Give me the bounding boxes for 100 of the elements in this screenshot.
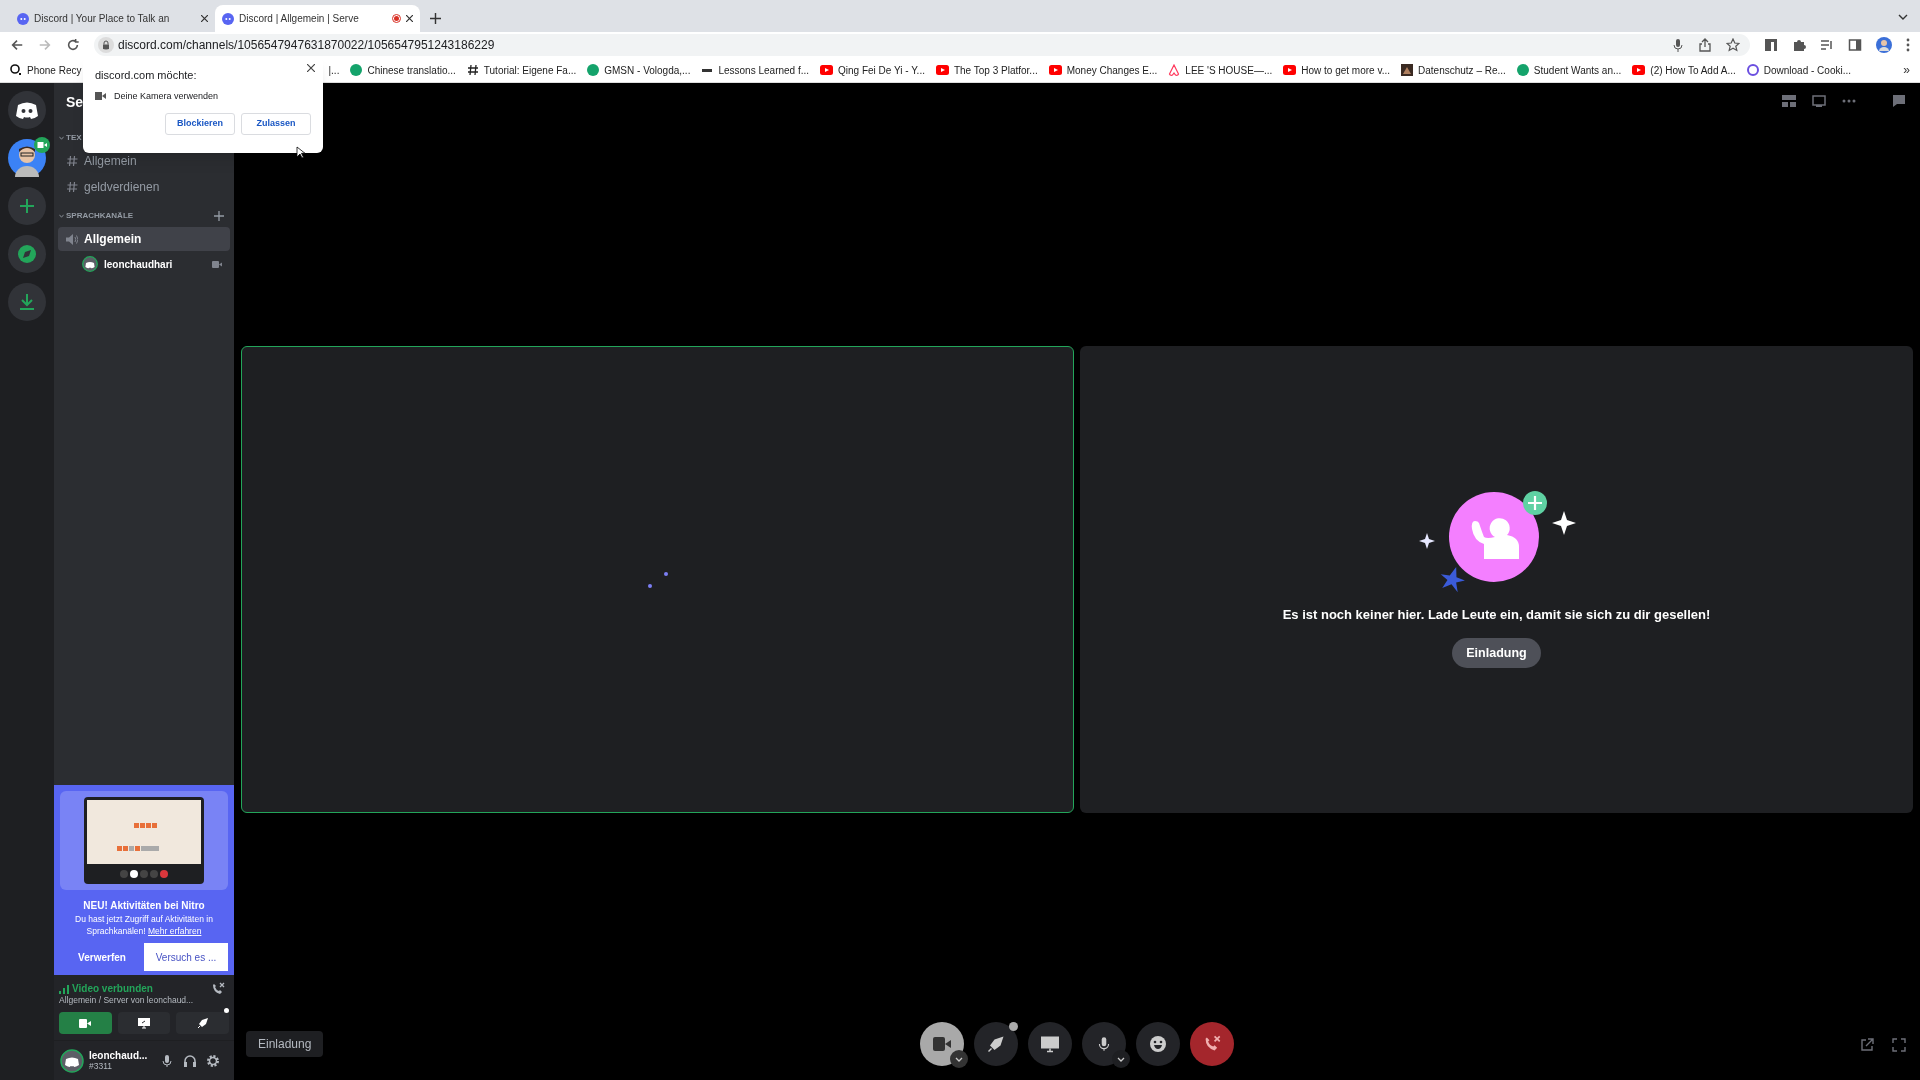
extension-icon[interactable] [1764,38,1778,52]
browser-tab[interactable]: Discord | Your Place to Talk an [10,5,215,32]
microphone-icon[interactable] [160,1053,174,1068]
add-channel-icon[interactable] [214,211,224,221]
disconnect-icon[interactable] [211,981,225,996]
member-name[interactable]: leonchaudhari [104,256,206,272]
bookmark[interactable]: Lessons Learned f... [701,62,810,78]
bookmark-favicon-icon [1283,65,1297,75]
nitro-title: NEU! Aktivitäten bei Nitro [83,899,205,914]
bookmark[interactable]: (2) How To Add A... [1632,62,1736,78]
compass-icon[interactable] [8,235,46,273]
bookmark[interactable]: Phone Recy [10,62,82,78]
side-panel-icon[interactable] [1848,38,1862,52]
signal-icon [59,983,69,994]
channel-location: Allgemein / Server von leonchaud... [59,994,195,1007]
screen-share-button[interactable] [1028,1022,1072,1066]
bookmark-favicon-icon [587,64,600,76]
activity-button[interactable] [974,1022,1018,1066]
camera-button[interactable] [59,1012,112,1034]
chevron-icon[interactable] [1112,1050,1130,1068]
invite-button[interactable]: Einladung [246,1031,324,1057]
user-tag: #3311 [89,1060,155,1072]
screen-share-button[interactable] [117,1012,171,1034]
user-avatar-icon[interactable] [60,1048,84,1073]
channel-item[interactable]: Allgemein [58,227,230,251]
member-avatar-icon[interactable] [82,256,98,272]
bookmark[interactable]: GMSN - Vologda,... [587,62,691,78]
try-button[interactable]: Versuch es ... [144,943,228,972]
more-bookmarks-button[interactable]: » [1903,61,1910,79]
headphones-icon[interactable] [183,1053,197,1068]
bookmark-favicon-icon [1401,64,1413,76]
hang-up-button[interactable] [1190,1022,1234,1066]
server-name[interactable]: Se [66,91,84,113]
screen-share-icon [1041,1035,1059,1053]
camera-button[interactable] [920,1022,964,1066]
bookmark[interactable]: Student Wants an... [1516,62,1622,78]
microphone-button[interactable] [1082,1022,1126,1066]
screen-share-icon [138,1017,150,1029]
lock-icon[interactable] [98,37,114,53]
add-server-icon[interactable] [8,187,46,225]
new-tab-icon[interactable] [430,13,441,24]
star-icon[interactable] [1726,38,1740,52]
back-icon[interactable] [10,38,24,52]
discord-favicon-icon [17,12,29,25]
rocket-icon [196,1017,209,1029]
playlist-icon[interactable] [1820,38,1834,52]
browser-tab[interactable]: Discord | Allgemein | Serve [215,5,420,32]
video-icon [212,260,222,268]
channel-item[interactable]: geldverdienen [58,175,230,199]
bookmark-favicon-icon [1746,64,1759,76]
download-icon[interactable] [8,283,46,321]
fullscreen-icon[interactable] [1892,1038,1906,1052]
puzzle-icon[interactable] [1792,38,1806,52]
chat-icon[interactable] [1892,94,1906,108]
bookmark-favicon-icon [1632,65,1646,75]
allow-button[interactable]: Zulassen [241,113,311,135]
microphone-icon[interactable] [1672,38,1684,52]
connection-status: Video verbunden [72,982,153,996]
grid-layout-icon[interactable] [1782,95,1796,107]
bookmark[interactable]: Download - Cooki... [1746,62,1851,78]
learn-more-link[interactable]: Mehr erfahren [148,926,202,937]
block-button[interactable]: Blockieren [165,113,235,135]
bookmark[interactable]: Chinese translatio... [350,62,456,78]
invite-button[interactable]: Einladung [1452,638,1541,669]
rocket-icon [987,1035,1005,1053]
microphone-icon [1096,1035,1112,1053]
close-icon[interactable] [201,15,208,22]
category-header[interactable]: SPRACHKANÄLE [66,210,212,222]
nitro-description: Du hast jetzt Zugriff auf Aktivitäten in Sprachkanälen! Mehr erfahren [74,913,214,938]
discord-home-icon[interactable] [8,91,46,129]
hang-up-icon [1203,1035,1221,1053]
bookmark[interactable]: LEE 'S HOUSE—... [1168,62,1273,78]
bookmark-favicon-icon [935,65,949,75]
dismiss-button[interactable]: Verwerfen [60,943,144,972]
chevron-icon[interactable] [1898,14,1908,20]
bookmark[interactable]: The Top 3 Platfor... [935,62,1038,78]
share-icon[interactable] [1698,38,1712,52]
menu-icon[interactable] [1906,38,1910,52]
bookmark[interactable]: |... [328,62,340,78]
url-text: discord.com/channels/1056547947631870022/1056547951243186229 [118,37,495,54]
bookmark[interactable]: Datenschutz – Re... [1401,62,1506,78]
external-link-icon[interactable] [1860,1038,1874,1052]
bookmark[interactable]: Tutorial: Eigene Fa... [466,62,577,78]
popup-title: discord.com möchte: [95,68,198,83]
bookmark[interactable]: Qing Fei De Yi - Y... [820,62,925,78]
emoji-button[interactable] [1136,1022,1180,1066]
popout-icon[interactable] [1812,95,1826,107]
close-icon[interactable] [307,64,315,72]
close-icon[interactable] [406,15,413,22]
chevron-icon[interactable] [950,1050,968,1068]
more-icon[interactable] [1842,99,1856,103]
emoji-icon [1149,1035,1167,1053]
loading-icon [647,571,668,588]
profile-avatar-icon[interactable] [1876,37,1892,53]
address-bar[interactable]: discord.com/channels/1056547947631870022/1056547951243186229 [94,34,1750,56]
reload-icon[interactable] [66,38,80,52]
channel-item[interactable]: Allgemein [58,149,230,173]
bookmark[interactable]: Money Changes E... [1048,62,1158,78]
settings-icon[interactable] [206,1053,220,1068]
bookmark[interactable]: How to get more v... [1283,62,1390,78]
